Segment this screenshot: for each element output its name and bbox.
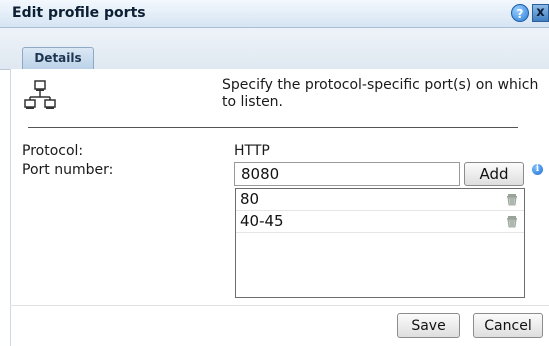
close-icon[interactable]: x xyxy=(532,4,549,22)
list-item[interactable]: 80 xyxy=(236,189,524,211)
port-number-label: Port number: xyxy=(22,162,114,178)
tab-details[interactable]: Details xyxy=(22,47,94,69)
section-divider xyxy=(28,127,518,128)
dialog-title: Edit profile ports xyxy=(12,5,146,21)
help-icon[interactable]: ? xyxy=(511,4,529,22)
port-number-input[interactable] xyxy=(234,162,460,186)
protocol-value: HTTP xyxy=(234,143,270,159)
port-list[interactable]: 80 40-45 xyxy=(235,188,525,298)
trash-icon[interactable] xyxy=(506,215,518,228)
info-icon[interactable]: i xyxy=(532,164,543,175)
network-icon xyxy=(24,80,56,109)
cancel-button[interactable]: Cancel xyxy=(473,313,543,338)
intro-text: Specify the protocol-specific port(s) on… xyxy=(222,77,539,110)
trash-icon[interactable] xyxy=(506,193,518,206)
port-value: 80 xyxy=(240,190,260,208)
list-item[interactable]: 40-45 xyxy=(236,211,524,233)
port-value: 40-45 xyxy=(240,212,284,230)
save-button[interactable]: Save xyxy=(397,313,460,338)
protocol-label: Protocol: xyxy=(22,143,84,159)
add-button[interactable]: Add xyxy=(464,162,524,186)
footer-divider xyxy=(10,305,549,306)
